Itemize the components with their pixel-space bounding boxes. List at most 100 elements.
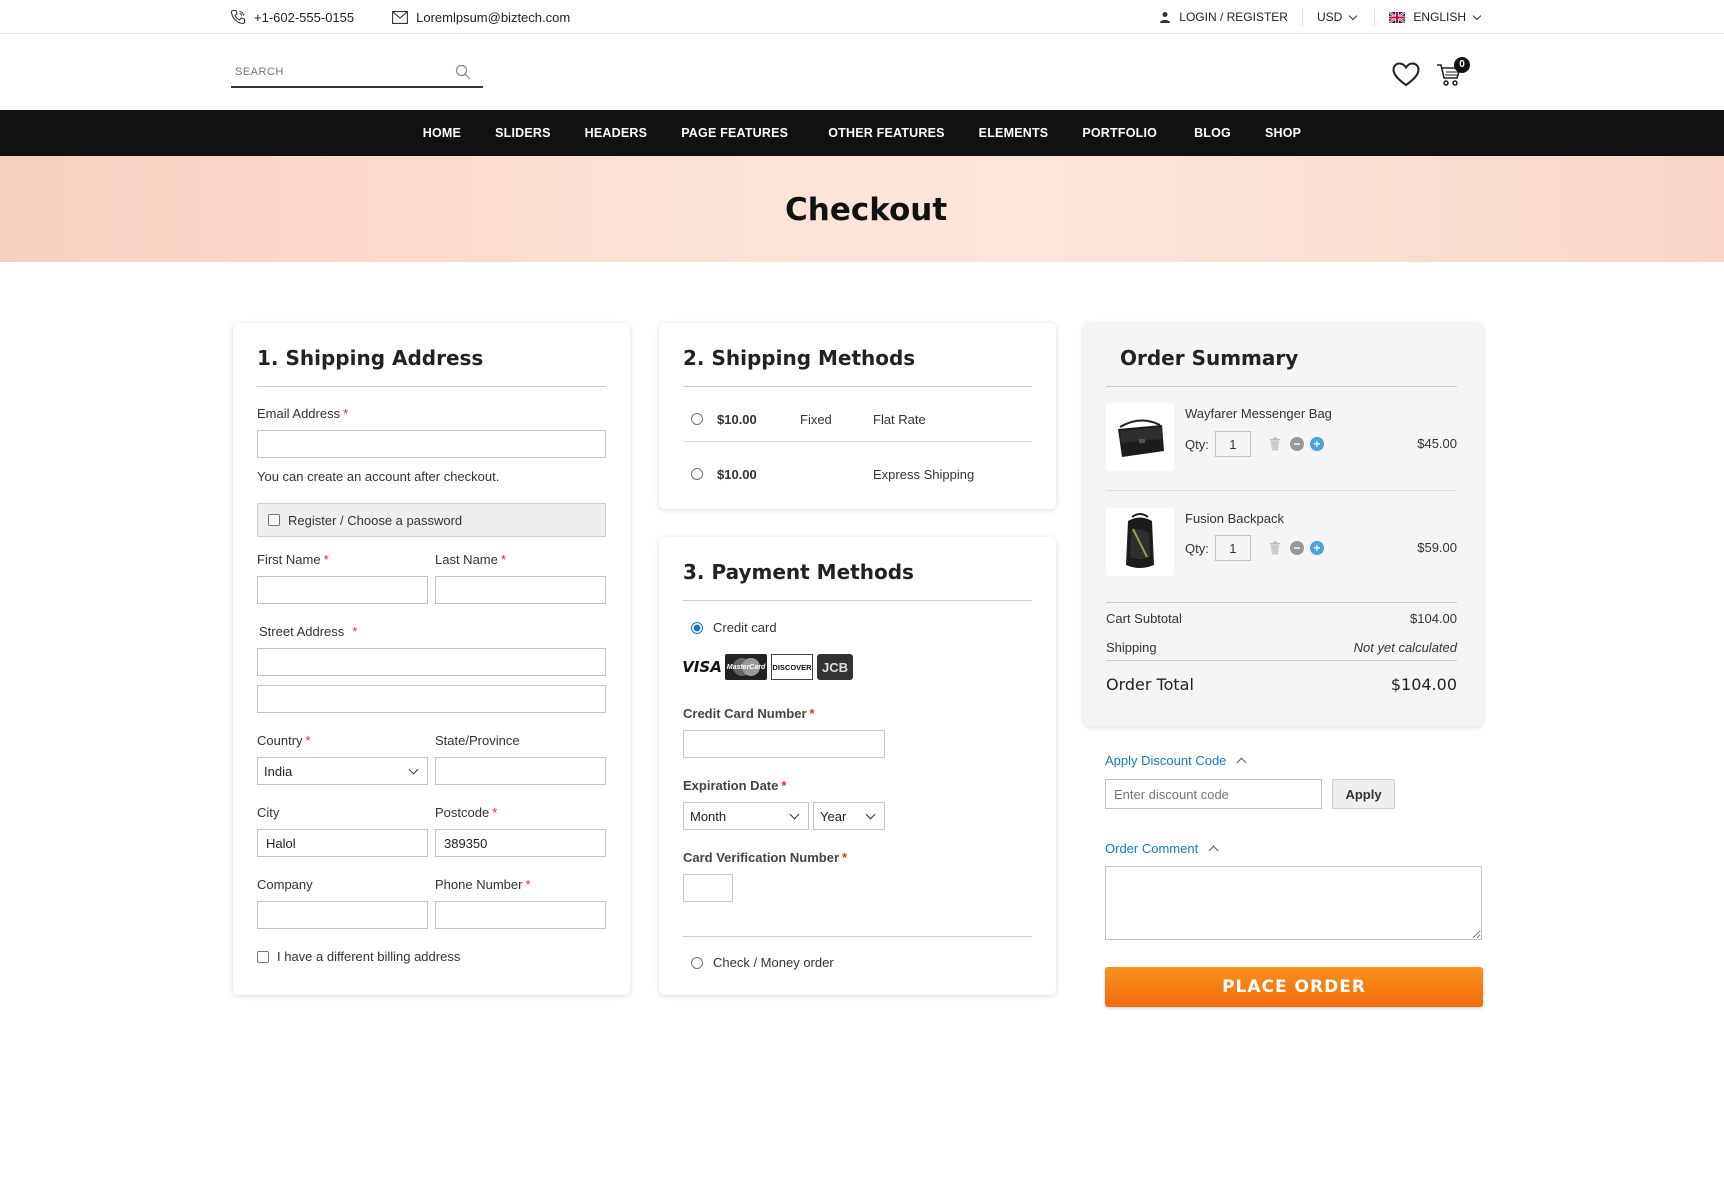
- qty-input[interactable]: 1: [1214, 431, 1251, 457]
- minus-icon[interactable]: −: [1289, 437, 1304, 451]
- product-thumbnail: [1106, 403, 1174, 471]
- billing-checkbox-row[interactable]: I have a different billing address: [257, 949, 460, 964]
- country-label: Country *: [257, 733, 311, 748]
- login-register-link[interactable]: LOGIN / REGISTER: [1159, 10, 1288, 24]
- trash-icon[interactable]: [1269, 541, 1281, 555]
- search-input[interactable]: [231, 66, 451, 78]
- divider: [683, 936, 1032, 937]
- postcode-label: Postcode *: [435, 805, 498, 820]
- trash-icon[interactable]: [1269, 437, 1281, 451]
- nav-page-features[interactable]: PAGE FEATURES: [664, 126, 811, 140]
- language-dropdown[interactable]: ENGLISH: [1389, 10, 1484, 24]
- page-banner: Checkout: [0, 156, 1724, 262]
- nav-portfolio[interactable]: PORTFOLIO: [1065, 126, 1177, 140]
- subtotal-label: Cart Subtotal: [1106, 611, 1182, 626]
- cart-button[interactable]: 0: [1436, 56, 1470, 90]
- check-money-order-option[interactable]: Check / Money order: [691, 955, 834, 970]
- cc-number-field[interactable]: [683, 730, 885, 758]
- shipping-price: $10.00: [717, 466, 757, 482]
- cvv-label: Card Verification Number *: [683, 850, 848, 865]
- divider: [683, 600, 1032, 601]
- state-field[interactable]: [435, 757, 606, 785]
- search-bar: [231, 58, 483, 88]
- street-field-1[interactable]: [257, 648, 606, 676]
- chevron-up-icon: [1208, 845, 1219, 856]
- nav-headers[interactable]: HEADERS: [568, 126, 665, 140]
- product-name[interactable]: Fusion Backpack: [1185, 511, 1284, 526]
- page-title: Checkout: [785, 192, 948, 228]
- discount-toggle[interactable]: Apply Discount Code: [1105, 753, 1247, 768]
- expiry-month-select[interactable]: Month: [683, 802, 809, 830]
- qty-input[interactable]: 1: [1214, 535, 1251, 561]
- credit-card-option[interactable]: Credit card: [691, 620, 777, 635]
- radio-button-selected[interactable]: [691, 621, 703, 634]
- messenger-bag-image: [1118, 419, 1164, 457]
- email-contact[interactable]: Loremlpsum@biztech.com: [392, 9, 570, 25]
- street-field-2[interactable]: [257, 685, 606, 713]
- email-field[interactable]: [257, 430, 606, 458]
- search-icon[interactable]: [451, 60, 475, 84]
- register-checkbox-row[interactable]: Register / Choose a password: [257, 503, 606, 537]
- expiry-year-select[interactable]: Year: [813, 802, 885, 830]
- phone-number: +1-602-555-0155: [254, 9, 355, 25]
- shipping-option-flat-rate[interactable]: $10.00 Fixed Flat Rate: [683, 401, 1032, 437]
- heart-icon[interactable]: [1392, 62, 1420, 90]
- shipping-label: Shipping: [1106, 640, 1157, 655]
- billing-checkbox[interactable]: [257, 950, 269, 963]
- cvv-field[interactable]: [683, 874, 733, 902]
- nav-home[interactable]: HOME: [406, 126, 478, 140]
- state-label: State/Province: [435, 733, 520, 748]
- currency-dropdown[interactable]: USD: [1317, 10, 1360, 24]
- postcode-field[interactable]: 389350: [435, 829, 606, 857]
- phone-contact[interactable]: +1-602-555-0155: [230, 9, 354, 25]
- radio-button[interactable]: [691, 413, 703, 425]
- minus-icon[interactable]: −: [1289, 541, 1304, 555]
- product-name[interactable]: Wayfarer Messenger Bag: [1185, 406, 1332, 421]
- plus-icon[interactable]: +: [1309, 541, 1324, 555]
- divider: [1106, 602, 1457, 603]
- country-value: India: [264, 763, 293, 779]
- radio-button[interactable]: [691, 956, 703, 969]
- uk-flag-icon: [1389, 11, 1406, 23]
- order-comment-label: Order Comment: [1105, 841, 1199, 856]
- nav-blog[interactable]: BLOG: [1177, 126, 1248, 140]
- email-address: Loremlpsum@biztech.com: [416, 9, 571, 25]
- nav-shop[interactable]: SHOP: [1248, 126, 1318, 140]
- first-name-field[interactable]: [257, 576, 428, 604]
- discount-code-input[interactable]: [1105, 779, 1322, 809]
- shipping-value: Not yet calculated: [1353, 640, 1457, 655]
- shipping-option-express[interactable]: $10.00 Express Shipping: [683, 456, 1032, 492]
- divider: [1106, 660, 1457, 661]
- qty-label: Qty:: [1185, 540, 1209, 556]
- qty-control: Qty: 1 − +: [1185, 431, 1324, 457]
- chevron-down-icon: [789, 809, 800, 819]
- main-nav: HOME SLIDERS HEADERS PAGE FEATURES OTHER…: [0, 110, 1724, 156]
- section-title: Order Summary: [1120, 346, 1299, 370]
- order-comment-textarea[interactable]: [1105, 866, 1482, 940]
- phone-icon: [230, 9, 246, 25]
- register-checkbox[interactable]: [268, 514, 280, 526]
- product-price: $45.00: [1417, 436, 1457, 451]
- place-order-button[interactable]: PLACE ORDER: [1105, 967, 1483, 1007]
- section-title: 1. Shipping Address: [257, 346, 484, 370]
- jcb-icon: JCB: [817, 654, 853, 680]
- phone-field[interactable]: [435, 901, 606, 929]
- order-comment-toggle[interactable]: Order Comment: [1105, 841, 1219, 856]
- country-select[interactable]: India: [257, 757, 428, 785]
- last-name-field[interactable]: [435, 576, 606, 604]
- chevron-down-icon: [408, 764, 419, 774]
- shipping-methods-card: 2. Shipping Methods $10.00 Fixed Flat Ra…: [659, 323, 1056, 509]
- radio-button[interactable]: [691, 468, 703, 480]
- nav-other-features[interactable]: OTHER FEATURES: [811, 126, 961, 140]
- expiry-label: Expiration Date *: [683, 778, 787, 793]
- mail-icon: [392, 10, 409, 24]
- card-brands: VISA MasterCard DISCOVER JCB: [682, 654, 853, 680]
- nav-elements[interactable]: ELEMENTS: [962, 126, 1066, 140]
- plus-icon[interactable]: +: [1309, 437, 1324, 451]
- company-field[interactable]: [257, 901, 428, 929]
- nav-sliders[interactable]: SLIDERS: [478, 126, 568, 140]
- chevron-up-icon: [1236, 757, 1247, 768]
- login-register-label: LOGIN / REGISTER: [1179, 10, 1288, 24]
- city-field[interactable]: Halol: [257, 829, 428, 857]
- apply-discount-button[interactable]: Apply: [1332, 779, 1395, 809]
